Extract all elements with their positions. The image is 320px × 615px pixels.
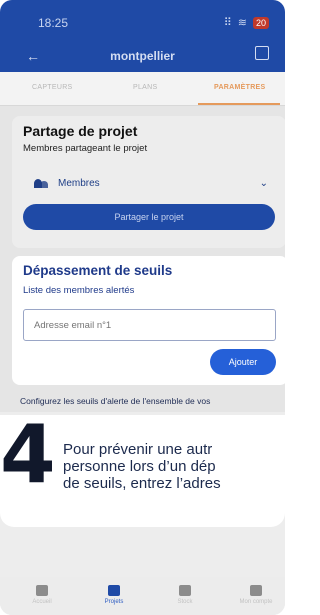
active-tab-indicator xyxy=(198,103,280,105)
tab-parametres[interactable]: PARAMÈTRES xyxy=(214,84,265,91)
tab-plans[interactable]: PLANS xyxy=(133,84,157,91)
share-subtitle: Membres partageant le projet xyxy=(23,143,148,154)
nav-label: Stock xyxy=(177,599,193,605)
wifi-icon: ≋ xyxy=(237,17,247,29)
nav-item-accueil[interactable]: Accueil xyxy=(17,585,67,605)
callout-line-1: Pour prévenir une autr xyxy=(63,441,213,458)
threshold-alert-card: Dépassement de seuils Liste des membres … xyxy=(12,256,285,385)
step-number: 4 xyxy=(0,415,56,501)
signal-icon: ⠿ xyxy=(223,17,232,29)
project-share-card: Partage de projet Membres partageant le … xyxy=(12,116,285,248)
nav-label: Projets xyxy=(104,599,124,605)
briefcase-icon xyxy=(108,585,120,596)
callout-line-3: de seuils, entrez l’adres xyxy=(63,475,221,492)
edit-icon[interactable] xyxy=(255,46,269,60)
nav-item-mon-compte[interactable]: Mon compte xyxy=(231,585,281,605)
page-title: montpellier xyxy=(110,49,175,63)
warehouse-icon xyxy=(179,585,191,596)
battery-icon: 20 xyxy=(252,16,269,29)
nav-label: Accueil xyxy=(32,599,52,605)
status-bar: 18:25 ⠿ ≋ 20 xyxy=(0,16,285,34)
nav-item-projets[interactable]: Projets xyxy=(89,585,139,605)
home-icon xyxy=(36,585,48,596)
phone-screen: 18:25 ⠿ ≋ 20 ← montpellier CAPTEURS PLAN… xyxy=(0,0,285,615)
share-title: Partage de projet xyxy=(23,123,138,139)
app-header: 18:25 ⠿ ≋ 20 ← montpellier xyxy=(0,0,285,72)
add-button[interactable]: Ajouter xyxy=(210,349,276,375)
user-icon xyxy=(250,585,262,596)
tutorial-callout: 4 Pour prévenir une autr personne lors d… xyxy=(0,415,285,527)
members-label: Membres xyxy=(58,178,100,189)
share-project-button[interactable]: Partager le projet xyxy=(23,204,275,230)
members-dropdown[interactable]: Membres xyxy=(34,178,100,189)
alert-subtitle: Liste des membres alertés xyxy=(23,285,135,296)
callout-line-2: personne lors d’un dép xyxy=(63,458,216,475)
nav-item-stock[interactable]: Stock xyxy=(160,585,210,605)
bottom-nav: Accueil Projets Stock Mon compte xyxy=(0,577,285,615)
callout-text: Pour prévenir une autr personne lors d’u… xyxy=(63,441,285,492)
thresholds-description: Configurez les seuils d'alerte de l'ense… xyxy=(20,396,211,406)
status-time: 18:25 xyxy=(38,16,69,30)
alert-title: Dépassement de seuils xyxy=(23,263,173,278)
nav-label: Mon compte xyxy=(239,599,273,605)
people-icon xyxy=(34,179,48,188)
tab-bar: CAPTEURS PLANS PARAMÈTRES xyxy=(0,72,285,106)
tab-capteurs[interactable]: CAPTEURS xyxy=(32,84,73,91)
email-field[interactable] xyxy=(23,309,276,341)
chevron-down-icon[interactable]: ⌄ xyxy=(260,178,268,189)
status-icons: ⠿ ≋ 20 xyxy=(224,16,269,29)
